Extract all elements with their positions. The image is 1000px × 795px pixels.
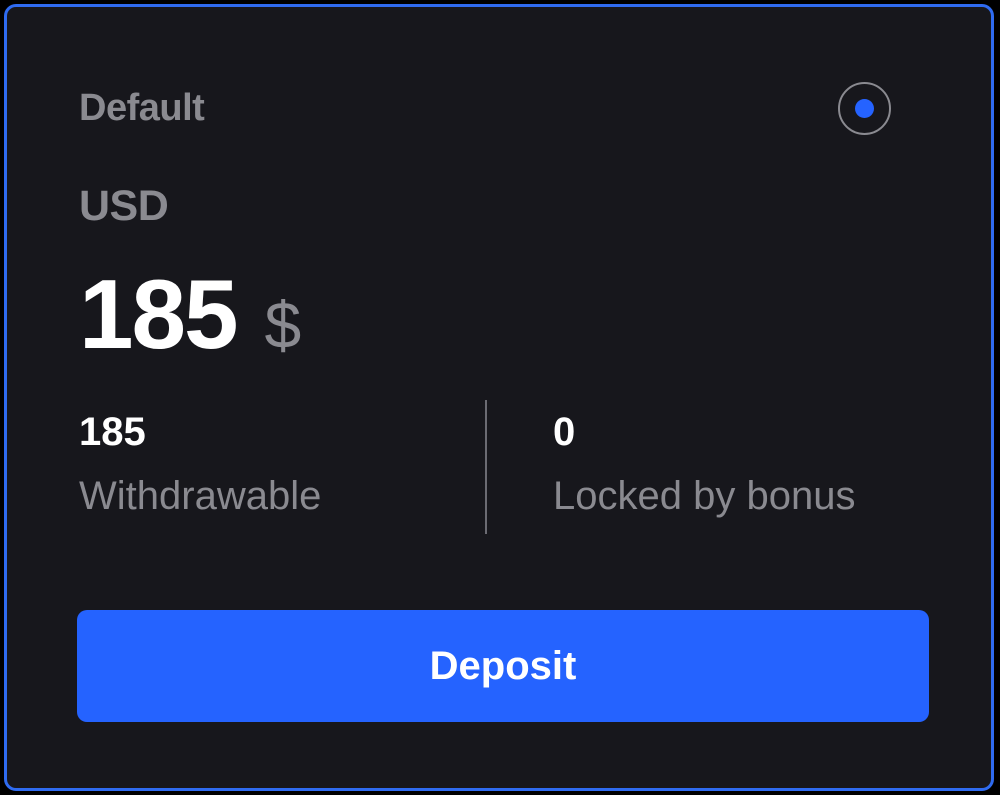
radio-dot [855,99,874,118]
balance-amount: 185 [79,259,239,369]
wallet-label: Default [79,87,205,129]
balance: 185 $ [79,265,301,363]
currency-symbol: $ [264,288,302,362]
currency-code: USD [79,182,169,230]
locked-stat: 0 Locked by bonus [553,412,855,516]
locked-label: Locked by bonus [553,474,856,518]
deposit-button[interactable]: Deposit [77,610,929,722]
wallet-card[interactable]: Default USD 185 $ 185 Withdrawable 0 Loc… [4,4,994,791]
locked-value: 0 [553,410,576,454]
withdrawable-label: Withdrawable [79,474,322,518]
stat-divider [485,400,487,534]
radio-selected-icon[interactable] [838,82,891,135]
withdrawable-stat: 185 Withdrawable [79,412,321,516]
withdrawable-value: 185 [79,410,146,454]
